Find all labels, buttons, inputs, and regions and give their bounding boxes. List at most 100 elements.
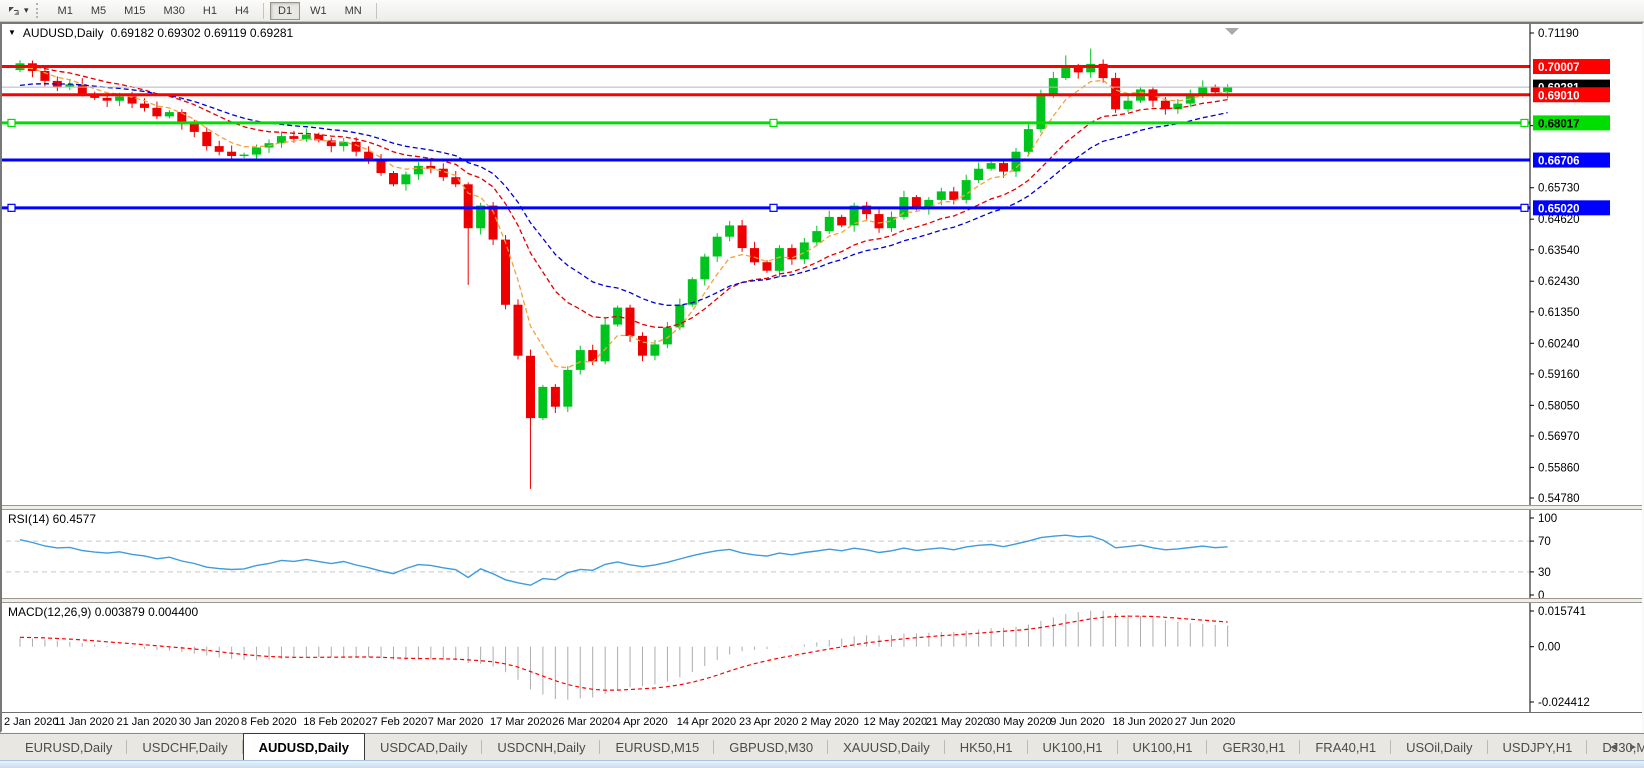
chart-title: ▼ AUDUSD,Daily 0.69182 0.69302 0.69119 0… — [8, 26, 293, 40]
price-axis-label: 0.59160 — [1538, 369, 1580, 381]
rsi-line — [20, 535, 1228, 585]
timeframe-button-mn[interactable]: MN — [337, 2, 370, 20]
price-axis-label: 0.55860 — [1538, 462, 1580, 474]
chart-tab-uk100-h1[interactable]: UK100,H1 — [1118, 734, 1208, 760]
price-axis-label: 0.63540 — [1538, 245, 1580, 257]
chart-ohlc-values: 0.69182 0.69302 0.69119 0.69281 — [111, 26, 294, 40]
chart-symbol-label: AUDUSD,Daily — [23, 26, 104, 40]
date-axis[interactable]: 2 Jan 202011 Jan 202021 Jan 202030 Jan 2… — [2, 712, 1642, 732]
macd-axis-label: -0.024412 — [1538, 697, 1590, 709]
hline-handle — [8, 204, 15, 211]
price-axis-label: 0.54780 — [1538, 493, 1580, 505]
timeframe-buttons: M1M5M15M30H1H4 D1W1MN — [49, 2, 382, 20]
price-axis-label: 0.71190 — [1538, 28, 1579, 40]
rsi-pane[interactable]: 100 70 30 0 RSI(14) 60.4577 — [2, 510, 1642, 598]
toolbar-separator — [376, 3, 377, 19]
date-axis-label: 21 Jan 2020 — [117, 716, 178, 728]
hline-handle — [1521, 119, 1528, 126]
chart-tab-usdcnh-daily[interactable]: USDCNH,Daily — [482, 734, 600, 760]
price-axis-label: 0.56970 — [1538, 431, 1580, 443]
price-axis-label: 0.60240 — [1538, 338, 1580, 350]
timeframe-button-m1[interactable]: M1 — [50, 2, 81, 20]
timeframe-button-d1[interactable]: D1 — [270, 2, 300, 20]
date-axis-label: 2 May 2020 — [801, 716, 858, 728]
rsi-chart-svg[interactable]: 100 70 30 0 — [2, 510, 1642, 598]
chart-tab-usdchf-daily[interactable]: USDCHF,Daily — [127, 734, 242, 760]
status-bar — [0, 760, 1644, 768]
timeframe-button-m30[interactable]: M30 — [156, 2, 193, 20]
date-axis-label: 14 Apr 2020 — [677, 716, 736, 728]
rsi-axis-label: 30 — [1538, 567, 1551, 579]
date-axis-label: 7 Mar 2020 — [428, 716, 484, 728]
price-tag-value: 0.70007 — [1538, 62, 1580, 74]
date-axis-label: 27 Jun 2020 — [1175, 716, 1236, 728]
toolbar-grip[interactable] — [36, 3, 42, 18]
price-pane[interactable]: 0.711900.679200.657300.646200.635400.624… — [2, 24, 1642, 505]
chart-tab-gbpusd-m30[interactable]: GBPUSD,M30 — [714, 734, 828, 760]
macd-pane[interactable]: 0.015741 0.00 -0.024412 MACD(12,26,9) 0.00… — [2, 603, 1642, 712]
date-axis-label: 27 Feb 2020 — [366, 716, 428, 728]
chart-tools-caret[interactable]: ▾ — [24, 5, 29, 16]
chart-tab-eurusd-daily[interactable]: EURUSD,Daily — [10, 734, 127, 760]
timeframe-button-m15[interactable]: M15 — [116, 2, 153, 20]
hline-handle — [770, 204, 777, 211]
price-axis-label: 0.61350 — [1538, 307, 1580, 319]
tab-scroll-left-icon[interactable]: ◄ — [1608, 742, 1618, 753]
macd-axis-label: 0.015741 — [1538, 606, 1586, 618]
toolbar-separator — [263, 3, 264, 19]
rsi-axis-label: 70 — [1538, 536, 1551, 548]
chart-tab-usoil-daily[interactable]: USOil,Daily — [1391, 734, 1487, 760]
price-chart-svg[interactable]: 0.711900.679200.657300.646200.635400.624… — [2, 24, 1642, 505]
ma-fast-line — [20, 68, 1228, 368]
timeframe-button-w1[interactable]: W1 — [302, 2, 335, 20]
macd-label: MACD(12,26,9) 0.003879 0.004400 — [8, 605, 198, 619]
chart-tab-xauusd-daily[interactable]: XAUUSD,Daily — [828, 734, 945, 760]
chart-shift-marker-icon — [1225, 28, 1239, 35]
rsi-axis-label: 0 — [1538, 590, 1544, 598]
macd-signal-line — [20, 616, 1228, 690]
date-axis-label: 17 Mar 2020 — [490, 716, 552, 728]
macd-axis-label: 0.00 — [1538, 642, 1560, 654]
chart-window: 0.711900.679200.657300.646200.635400.624… — [0, 22, 1644, 733]
hline-handle — [1521, 204, 1528, 211]
ma-mid-line — [20, 66, 1228, 328]
date-axis-label: 21 May 2020 — [926, 716, 990, 728]
timeframe-button-h4[interactable]: H4 — [227, 2, 257, 20]
candles-layer — [16, 49, 1233, 489]
price-tag-value: 0.66706 — [1538, 156, 1580, 168]
tab-scroll-arrows: ◄► — [1608, 734, 1638, 760]
chart-tab-bar: EURUSD,DailyUSDCHF,DailyAUDUSD,DailyUSDC… — [0, 733, 1644, 760]
hline-handle — [8, 119, 15, 126]
chart-tab-usdjpy-h1[interactable]: USDJPY,H1 — [1488, 734, 1588, 760]
date-axis-label: 8 Feb 2020 — [241, 716, 297, 728]
date-axis-label: 23 Apr 2020 — [739, 716, 798, 728]
tab-scroll-right-icon[interactable]: ► — [1628, 742, 1638, 753]
date-axis-label: 4 Apr 2020 — [615, 716, 668, 728]
chart-tab-fra40-h1[interactable]: FRA40,H1 — [1300, 734, 1391, 760]
chart-tab-audusd-daily[interactable]: AUDUSD,Daily — [243, 733, 365, 760]
chart-arrange-icon[interactable] — [4, 2, 24, 20]
ma-slow-line — [20, 84, 1228, 306]
chart-tab-uk100-h1[interactable]: UK100,H1 — [1028, 734, 1118, 760]
timeframe-button-m5[interactable]: M5 — [83, 2, 114, 20]
date-axis-label: 9 Jun 2020 — [1050, 716, 1104, 728]
price-axis-label: 0.65730 — [1538, 183, 1580, 195]
chart-tab-usdcad-daily[interactable]: USDCAD,Daily — [365, 734, 482, 760]
date-axis-label: 30 May 2020 — [988, 716, 1052, 728]
price-axis-label: 0.64620 — [1538, 214, 1580, 226]
chart-tab-ger30-h1[interactable]: GER30,H1 — [1207, 734, 1300, 760]
macd-chart-svg[interactable]: 0.015741 0.00 -0.024412 — [2, 603, 1642, 712]
rsi-label: RSI(14) 60.4577 — [8, 512, 96, 526]
date-axis-label: 30 Jan 2020 — [179, 716, 240, 728]
date-axis-label: 18 Feb 2020 — [303, 716, 365, 728]
date-axis-label: 12 May 2020 — [864, 716, 928, 728]
symbol-marker-icon[interactable]: ▼ — [8, 27, 16, 39]
rsi-axis-label: 100 — [1538, 513, 1557, 525]
price-tag-value: 0.68017 — [1538, 118, 1580, 130]
chart-tab-hk50-h1[interactable]: HK50,H1 — [945, 734, 1028, 760]
date-axis-label: 26 Mar 2020 — [552, 716, 614, 728]
chart-tab-eurusd-m15[interactable]: EURUSD,M15 — [600, 734, 714, 760]
date-axis-label: 2 Jan 2020 — [4, 716, 58, 728]
date-axis-label: 18 Jun 2020 — [1113, 716, 1174, 728]
timeframe-button-h1[interactable]: H1 — [195, 2, 225, 20]
